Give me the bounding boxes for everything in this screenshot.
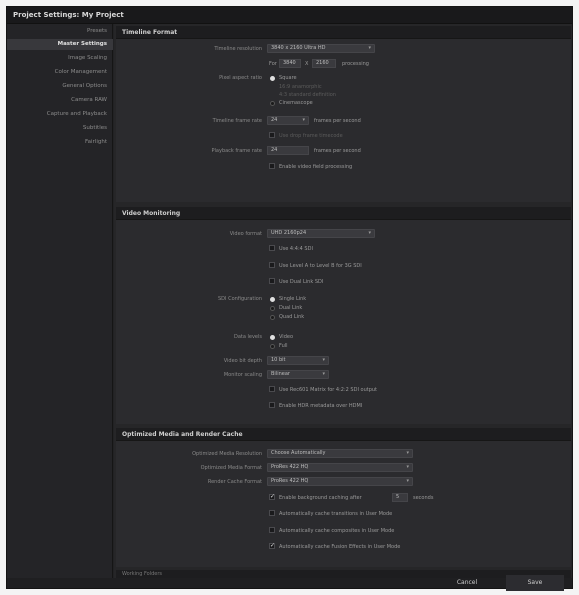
bit-depth-dropdown[interactable]: 10 bit ▾ [267, 356, 329, 365]
save-button[interactable]: Save [506, 575, 564, 591]
frame-rate-unit: frames per second [314, 118, 361, 124]
data-levels-full-radio[interactable] [270, 344, 275, 349]
timeline-height-field[interactable]: 2160 [312, 59, 336, 68]
level-a-b-label: Use Level A to Level B for 3G SDI [279, 263, 362, 269]
chevron-down-icon: ▾ [406, 478, 409, 484]
chevron-down-icon: ▾ [406, 464, 409, 470]
monitor-scaling-label: Monitor scaling [223, 372, 262, 378]
auto-cache-fusion-label: Automatically cache Fusion Effects in Us… [279, 544, 401, 550]
aspect-cinemascope-radio[interactable] [270, 101, 275, 106]
aspect-square-radio[interactable] [270, 76, 275, 81]
processing-label: processing [342, 61, 369, 67]
sidebar-item-master-settings[interactable]: Master Settings [7, 39, 113, 50]
chevron-down-icon: ▾ [368, 230, 371, 236]
aspect-cinemascope-label: Cinemascope [279, 100, 313, 106]
render-cache-format-label: Render Cache Format [207, 479, 262, 485]
auto-cache-transitions-label: Automatically cache transitions in User … [279, 511, 393, 517]
title-bar: Project Settings: My Project [7, 7, 572, 24]
optimized-resolution-dropdown[interactable]: Choose Automatically ▾ [267, 449, 413, 458]
section-header-working-folders: Working Folders [116, 570, 571, 578]
optimized-resolution-label: Optimized Media Resolution [192, 451, 262, 457]
optimized-format-label: Optimized Media Format [200, 465, 262, 471]
cancel-button[interactable]: Cancel [440, 575, 494, 591]
project-settings-window: Project Settings: My Project Presets Mas… [6, 6, 573, 589]
sidebar: Presets Master Settings Image Scaling Co… [7, 24, 113, 578]
frame-rate-label: Timeline frame rate [212, 118, 262, 124]
sdi-dual-link-radio[interactable] [270, 306, 275, 311]
playback-rate-unit: frames per second [314, 148, 361, 154]
section-header-timeline-format: Timeline Format [116, 26, 571, 39]
sidebar-item-general-options[interactable]: General Options [7, 81, 113, 92]
auto-cache-composites-label: Automatically cache composites in User M… [279, 528, 395, 534]
video-field-checkbox[interactable] [269, 163, 275, 169]
bg-caching-unit: seconds [413, 495, 434, 501]
use-444-sdi-label: Use 4:4:4 SDI [279, 246, 313, 252]
timeline-resolution-label: Timeline resolution [214, 46, 262, 52]
sidebar-item-image-scaling[interactable]: Image Scaling [7, 53, 113, 64]
auto-cache-composites-checkbox[interactable] [269, 527, 275, 533]
use-444-sdi-checkbox[interactable] [269, 245, 275, 251]
for-label: For [269, 61, 277, 67]
hdr-metadata-checkbox[interactable] [269, 402, 275, 408]
data-levels-video-radio[interactable] [270, 335, 275, 340]
video-format-dropdown[interactable]: UHD 2160p24 ▾ [267, 229, 375, 238]
sdi-dual-link-label: Dual Link [279, 305, 303, 311]
aspect-sd-label: 4:3 standard definition [279, 92, 336, 98]
sidebar-item-fairlight[interactable]: Fairlight [7, 137, 113, 148]
data-levels-label: Data levels [233, 334, 262, 340]
hdr-metadata-label: Enable HDR metadata over HDMI [279, 403, 363, 409]
sidebar-item-presets[interactable]: Presets [7, 26, 113, 37]
chevron-down-icon: ▾ [406, 450, 409, 456]
sdi-single-link-radio[interactable] [270, 297, 275, 302]
sdi-quad-link-label: Quad Link [279, 314, 305, 320]
chevron-down-icon: ▾ [368, 45, 371, 51]
bit-depth-label: Video bit depth [223, 358, 262, 364]
sidebar-item-capture-playback[interactable]: Capture and Playback [7, 109, 113, 120]
section-timeline-format: Timeline resolution 3840 x 2160 Ultra HD… [116, 39, 571, 202]
rec601-label: Use Rec601 Matrix for 4:2:2 SDI output [279, 387, 378, 393]
chevron-down-icon: ▾ [322, 357, 325, 363]
chevron-down-icon: ▾ [302, 117, 305, 123]
playback-rate-label: Playback frame rate [211, 148, 262, 154]
pixel-aspect-label: Pixel aspect ratio [219, 75, 262, 81]
aspect-anamorphic-label: 16:9 anamorphic [279, 84, 322, 90]
timeline-resolution-dropdown[interactable]: 3840 x 2160 Ultra HD ▾ [267, 44, 375, 53]
data-levels-video-label: Video [279, 334, 294, 340]
optimized-format-dropdown[interactable]: ProRes 422 HQ ▾ [267, 463, 413, 472]
sdi-config-label: SDI Configuration [218, 296, 262, 302]
settings-content: Timeline Format Timeline resolution 3840… [114, 24, 572, 578]
sidebar-item-camera-raw[interactable]: Camera RAW [7, 95, 113, 106]
x-label: X [305, 61, 309, 67]
sdi-quad-link-radio[interactable] [270, 315, 275, 320]
drop-frame-checkbox[interactable] [269, 132, 275, 138]
rec601-checkbox[interactable] [269, 386, 275, 392]
timeline-width-field[interactable]: 3840 [279, 59, 301, 68]
drop-frame-label: Use drop frame timecode [279, 133, 343, 139]
section-header-optimized-media: Optimized Media and Render Cache [116, 428, 571, 441]
sidebar-item-subtitles[interactable]: Subtitles [7, 123, 113, 134]
video-field-label: Enable video field processing [279, 164, 353, 170]
section-header-video-monitoring: Video Monitoring [116, 207, 571, 220]
level-a-b-checkbox[interactable] [269, 262, 275, 268]
chevron-down-icon: ▾ [322, 371, 325, 377]
sidebar-item-color-management[interactable]: Color Management [7, 67, 113, 78]
data-levels-full-label: Full [279, 343, 288, 349]
sdi-single-link-label: Single Link [279, 296, 307, 302]
section-optimized-media: Optimized Media Resolution Choose Automa… [116, 441, 571, 567]
monitor-scaling-dropdown[interactable]: Bilinear ▾ [267, 370, 329, 379]
frame-rate-dropdown[interactable]: 24 ▾ [267, 116, 309, 125]
section-video-monitoring: Video format UHD 2160p24 ▾ Use 4:4:4 SDI … [116, 220, 571, 424]
playback-rate-field[interactable]: 24 [267, 146, 309, 155]
render-cache-format-dropdown[interactable]: ProRes 422 HQ ▾ [267, 477, 413, 486]
video-format-label: Video format [229, 231, 262, 237]
bg-caching-checkbox[interactable] [269, 493, 275, 500]
bg-caching-seconds-field[interactable]: 5 [392, 493, 408, 502]
window-title: Project Settings: My Project [13, 11, 124, 19]
auto-cache-fusion-checkbox[interactable] [269, 542, 275, 549]
dual-link-sdi-checkbox[interactable] [269, 278, 275, 284]
aspect-square-label: Square [279, 75, 297, 81]
dual-link-sdi-label: Use Dual Link SDI [279, 279, 324, 285]
auto-cache-transitions-checkbox[interactable] [269, 510, 275, 516]
bg-caching-label: Enable background caching after [279, 495, 362, 501]
